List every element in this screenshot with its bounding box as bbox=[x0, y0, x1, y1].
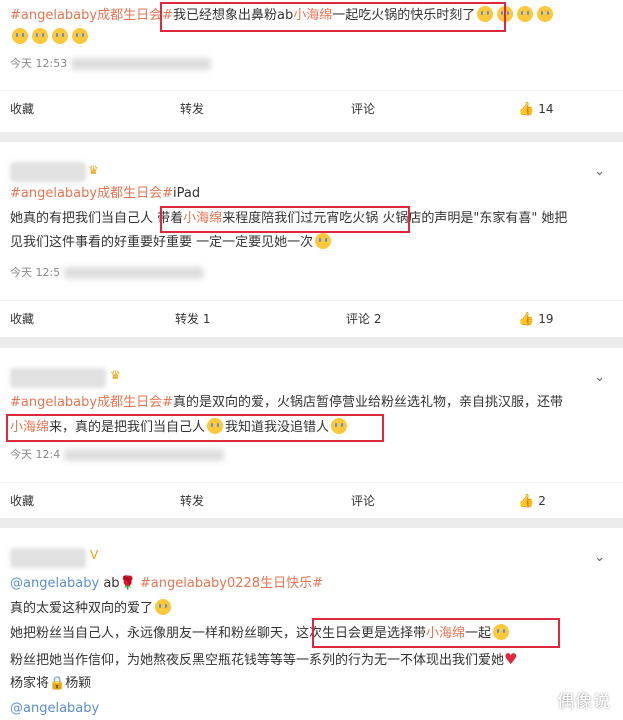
post-text: 见我们这件事看的好重要好重要 一定一定要见她一次 bbox=[10, 235, 314, 250]
post-text: 她把粉丝当自己人，永远像朋友一样和粉丝聊天， bbox=[10, 626, 297, 641]
emoji-crying-icon bbox=[32, 28, 48, 44]
post-time: 今天 12:5 bbox=[10, 264, 204, 280]
device-label: iPad bbox=[172, 186, 201, 201]
hashtag-link[interactable]: #angelababy成都生日会# bbox=[10, 186, 173, 201]
action-bar: 收藏 转发 评论 👍 2 bbox=[0, 482, 623, 520]
avatar bbox=[10, 368, 106, 388]
post-text-line-1: 真的太爱这种双向的爱了 bbox=[10, 599, 173, 619]
emoji-crying-icon bbox=[72, 28, 88, 44]
avatar bbox=[10, 548, 86, 568]
highlight-box bbox=[6, 414, 384, 442]
like-count: 2 bbox=[538, 494, 546, 508]
highlight-box bbox=[160, 206, 410, 233]
hashtag-link[interactable]: #angelababy成都生日会# bbox=[10, 8, 173, 23]
favorite-button[interactable]: 收藏 bbox=[10, 301, 34, 338]
post-text: 粉丝把她当作信仰，为她熬夜反黑空瓶花钱等等等一系列的行为无一不体现出我们爱她 bbox=[10, 653, 505, 668]
post-text: ab bbox=[103, 576, 120, 591]
favorite-button[interactable]: 收藏 bbox=[10, 483, 34, 520]
post-text: 火锅店的声明是"东家有喜" 她把 bbox=[382, 211, 568, 226]
post-text: 杨颖 bbox=[65, 676, 92, 691]
emoji-crying-icon bbox=[155, 599, 172, 615]
avatar bbox=[10, 162, 86, 182]
emoji-crying-icon bbox=[517, 6, 534, 22]
repost-button[interactable]: 转发 bbox=[180, 483, 204, 520]
post-card-3: ♛ ⌄ #angelababy成都生日会#真的是双向的爱，火锅店暂停营业给粉丝选… bbox=[0, 348, 623, 518]
post-text-line-4: 杨家将🔒杨颖 bbox=[10, 674, 91, 694]
post-time: 今天 12:4 bbox=[10, 446, 224, 462]
chevron-down-icon[interactable]: ⌄ bbox=[594, 550, 605, 565]
mention-link[interactable]: @angelababy bbox=[10, 701, 99, 716]
post-text-line-1: #angelababy成都生日会#真的是双向的爱，火锅店暂停营业给粉丝选礼物，亲… bbox=[10, 393, 563, 413]
post-text-line-5: @angelababy bbox=[10, 699, 99, 719]
post-card-4: V ⌄ @angelababy ab🌹 #angelababy0228生日快乐#… bbox=[0, 528, 623, 720]
heart-icon: ♥ bbox=[504, 650, 518, 668]
comment-button[interactable]: 评论 bbox=[351, 91, 375, 128]
crown-icon: ♛ bbox=[88, 163, 99, 177]
repost-button[interactable]: 转发 1 bbox=[175, 301, 210, 338]
thumbs-up-icon: 👍 bbox=[518, 102, 535, 117]
emoji-crying-icon bbox=[52, 28, 68, 44]
post-source: @angelababy ab🌹 #angelababy0228生日快乐# bbox=[10, 574, 323, 594]
like-button[interactable]: 👍 19 bbox=[518, 301, 553, 338]
like-button[interactable]: 👍 14 bbox=[518, 91, 553, 128]
post-time: 今天 12:53 bbox=[10, 55, 211, 71]
emoji-crying-icon bbox=[12, 28, 28, 44]
post-text: 真的是双向的爱，火锅店暂停营业给粉丝选礼物，亲自挑汉服，还带 bbox=[172, 395, 563, 410]
highlight-box bbox=[160, 2, 506, 32]
hashtag-link[interactable]: #angelababy0228生日快乐# bbox=[140, 576, 323, 591]
highlight-box bbox=[312, 618, 560, 648]
emoji-crying-icon bbox=[537, 6, 554, 22]
like-button[interactable]: 👍 2 bbox=[518, 483, 546, 520]
post-card-1: #angelababy成都生日会#我已经想象出鼻粉ab小海绵一起吃火锅的快乐时刻… bbox=[0, 0, 623, 132]
repost-button[interactable]: 转发 bbox=[180, 91, 204, 128]
lock-icon: 🔒 bbox=[49, 676, 66, 691]
post-text: 杨家将 bbox=[10, 676, 50, 691]
post-text-line-2 bbox=[10, 28, 90, 48]
post-text-line-2: 见我们这件事看的好重要好重要 一定一定要见她一次 bbox=[10, 233, 333, 253]
comment-button[interactable]: 评论 2 bbox=[346, 301, 381, 338]
favorite-button[interactable]: 收藏 bbox=[10, 91, 34, 128]
emoji-crying-icon bbox=[315, 233, 332, 249]
comment-button[interactable]: 评论 bbox=[351, 483, 375, 520]
post-text-line-3: 粉丝把她当作信仰，为她熬夜反黑空瓶花钱等等等一系列的行为无一不体现出我们爱她♥ bbox=[10, 649, 517, 671]
action-bar: 收藏 转发 1 评论 2 👍 19 bbox=[0, 300, 623, 338]
vip-badge-icon: V bbox=[90, 548, 99, 562]
chevron-down-icon[interactable]: ⌄ bbox=[594, 370, 605, 385]
crown-icon: ♛ bbox=[110, 368, 121, 382]
action-bar: 收藏 转发 评论 👍 14 bbox=[0, 90, 623, 128]
post-card-2: ♛ ⌄ #angelababy成都生日会#iPad 她真的有把我们当自己人 带着… bbox=[0, 142, 623, 337]
post-text: 她真的有把我们当自己人 bbox=[10, 211, 154, 226]
like-count: 19 bbox=[538, 312, 554, 326]
post-source: #angelababy成都生日会#iPad bbox=[10, 184, 200, 204]
chevron-down-icon[interactable]: ⌄ bbox=[594, 164, 605, 179]
mention-link[interactable]: @angelababy bbox=[10, 576, 99, 591]
watermark: 偶像说 bbox=[557, 692, 611, 712]
rose-icon: 🌹 bbox=[119, 576, 136, 591]
thumbs-up-icon: 👍 bbox=[518, 494, 535, 509]
hashtag-link[interactable]: #angelababy成都生日会# bbox=[10, 395, 173, 410]
thumbs-up-icon: 👍 bbox=[518, 312, 535, 327]
like-count: 14 bbox=[538, 102, 554, 116]
post-text: 真的太爱这种双向的爱了 bbox=[10, 601, 154, 616]
